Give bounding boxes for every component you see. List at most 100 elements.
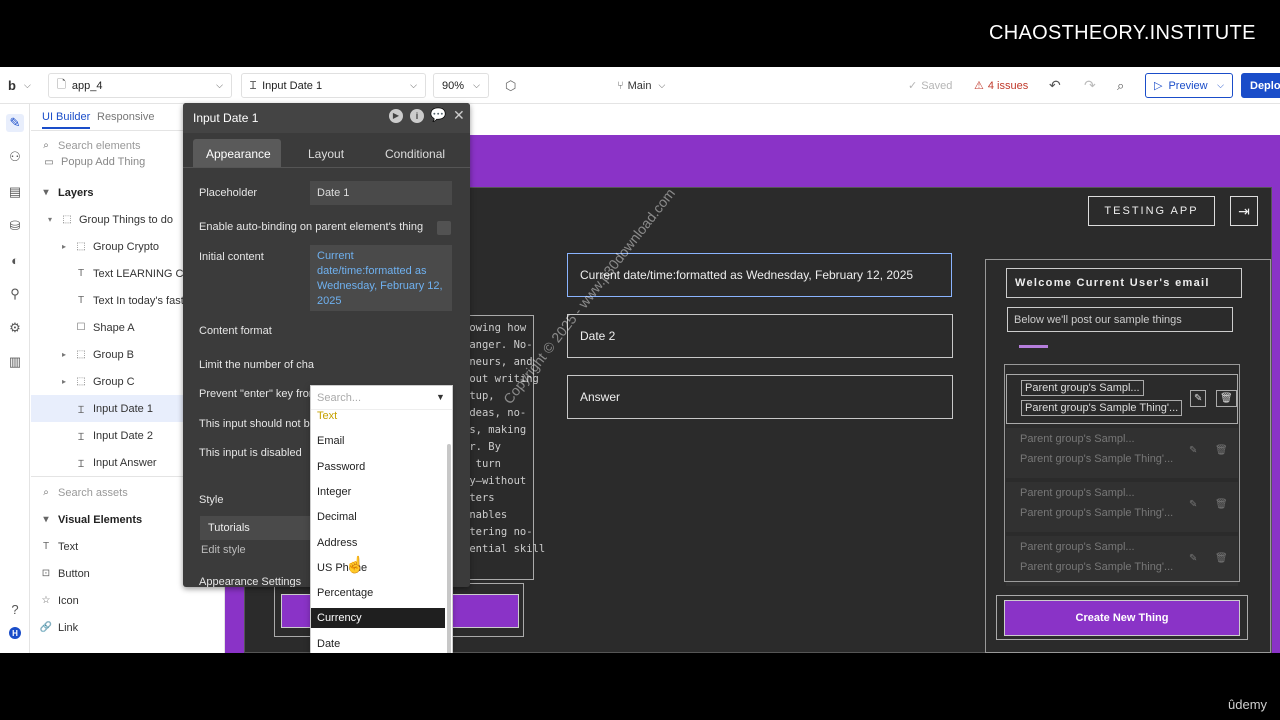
repeating-row[interactable]: Parent group's Sampl... Parent group's Sa… bbox=[1006, 374, 1238, 424]
testing-app-button[interactable]: TESTING APP bbox=[1088, 196, 1215, 226]
group-icon: ⬚ bbox=[76, 241, 86, 252]
body-line: ly—without bbox=[463, 475, 527, 487]
layer-label: Input Date 2 bbox=[93, 429, 153, 442]
trash-icon[interactable]: 🗑 bbox=[1215, 499, 1228, 510]
zoom-selector[interactable]: 90% ⌵ bbox=[433, 73, 489, 98]
page-icon: 🗋 bbox=[57, 79, 66, 91]
edit-icon[interactable]: ✎ bbox=[1190, 390, 1207, 407]
format-option[interactable]: Date bbox=[311, 634, 445, 653]
autobind-label: Enable auto-binding on parent element's … bbox=[199, 221, 424, 233]
text-icon: T bbox=[77, 295, 85, 306]
caret-down-icon: ▼ bbox=[436, 392, 445, 402]
tab-conditional[interactable]: Conditional bbox=[385, 147, 445, 161]
info-icon[interactable]: i bbox=[410, 109, 424, 123]
styles-palette-icon[interactable]: ◐ bbox=[6, 251, 24, 269]
dropdown-scrollbar[interactable] bbox=[447, 444, 451, 653]
trash-icon[interactable]: 🗑 bbox=[1215, 445, 1228, 456]
repeating-row[interactable]: Parent group's Sampl... Parent group's Sa… bbox=[1006, 428, 1238, 478]
logout-icon[interactable]: ⇥ bbox=[1230, 196, 1258, 226]
undo-icon[interactable]: ↶ bbox=[1049, 73, 1061, 98]
app-name: app_4 bbox=[71, 79, 103, 92]
element-name: Input Date 1 bbox=[262, 79, 323, 92]
check-circle-icon: ✓ bbox=[908, 80, 918, 92]
user-avatar[interactable]: H bbox=[9, 627, 21, 639]
logs-chart-icon[interactable]: ▥ bbox=[6, 353, 24, 371]
chevron-down-icon: ⌵ bbox=[23, 80, 31, 90]
content-format-label: Content format bbox=[199, 325, 272, 337]
redo-icon[interactable]: ↷ bbox=[1084, 73, 1096, 98]
help-icon[interactable]: ? bbox=[6, 600, 24, 618]
plugins-icon[interactable]: ⚲ bbox=[6, 285, 24, 303]
layer-label: Shape A bbox=[93, 321, 135, 334]
bubble-logo: b bbox=[8, 78, 16, 93]
tab-appearance[interactable]: Appearance bbox=[206, 147, 271, 161]
app-menu[interactable]: b ⌵ bbox=[8, 73, 31, 98]
preview-button[interactable]: ▷ Preview ⌵ bbox=[1145, 73, 1233, 98]
edit-style-link[interactable]: Edit style bbox=[201, 544, 246, 556]
search-assets-input[interactable]: Search assets bbox=[58, 487, 128, 499]
trash-icon[interactable]: 🗑 bbox=[1216, 390, 1237, 407]
element-selector[interactable]: Ɪ Input Date 1 ⌵ bbox=[241, 73, 426, 98]
settings-gear-icon[interactable]: ⚙ bbox=[6, 319, 24, 337]
autobind-checkbox[interactable] bbox=[437, 221, 451, 235]
row-detail: Parent group's Sample Thing'... bbox=[1020, 561, 1174, 573]
cube-icon[interactable]: ⬡ bbox=[505, 73, 516, 98]
udemy-logo: ûdemy bbox=[1228, 697, 1268, 712]
repeating-row[interactable]: Parent group's Sampl... Parent group's Sa… bbox=[1006, 482, 1238, 532]
content-format-dropdown[interactable]: Search... ▼ Text Email Password Integer Deci… bbox=[310, 385, 453, 653]
visual-element-item[interactable]: 🔗 Link bbox=[31, 614, 225, 641]
welcome-text: Welcome Current User's email bbox=[1006, 268, 1242, 298]
body-line: stering no- bbox=[463, 526, 533, 538]
link-icon: 🔗 bbox=[39, 622, 53, 633]
initial-content-input[interactable]: Current date/time:formatted as Wednesday… bbox=[310, 245, 452, 311]
trash-icon[interactable]: 🗑 bbox=[1215, 553, 1228, 564]
repeating-row[interactable]: Parent group's Sampl... Parent group's Sa… bbox=[1006, 536, 1238, 586]
edit-icon[interactable]: ✎ bbox=[1189, 499, 1197, 510]
format-option[interactable]: Currency bbox=[311, 608, 445, 629]
tab-ui-builder[interactable]: UI Builder bbox=[42, 111, 90, 123]
search-icon[interactable]: ⌕ bbox=[1117, 73, 1124, 98]
branch-selector[interactable]: ⑂ Main ⌵ bbox=[617, 73, 665, 98]
format-option[interactable]: Text bbox=[311, 406, 445, 426]
play-icon[interactable]: ▶ bbox=[389, 109, 403, 123]
deploy-button[interactable]: Deploy bbox=[1241, 73, 1280, 98]
caret-down-icon: ▾ bbox=[43, 187, 49, 198]
search-elements-input[interactable]: Search elements bbox=[58, 140, 141, 152]
group-icon: ⬚ bbox=[62, 214, 72, 225]
format-option[interactable]: Percentage bbox=[311, 583, 445, 603]
saved-status: ✓ Saved bbox=[908, 73, 952, 98]
tab-layout[interactable]: Layout bbox=[308, 147, 344, 161]
database-icon[interactable]: ⛁ bbox=[6, 217, 24, 235]
format-option[interactable]: Email bbox=[311, 431, 445, 451]
panel-header[interactable]: Input Date 1 ▶ i 💬 ✕ bbox=[183, 103, 470, 133]
initial-content-label: Initial content bbox=[199, 251, 264, 263]
format-option[interactable]: Password bbox=[311, 457, 445, 477]
canvas-input-date-2[interactable]: Date 2 bbox=[567, 314, 953, 358]
edit-icon[interactable]: ✎ bbox=[1189, 553, 1197, 564]
below-text: Below we'll post our sample things bbox=[1007, 307, 1233, 332]
icon-rail: ✎ ⚇ ▤ ⛁ ◐ ⚲ ⚙ ▥ ? H bbox=[0, 104, 30, 653]
branch-name: Main bbox=[627, 79, 652, 92]
comment-icon[interactable]: 💬 bbox=[430, 107, 446, 123]
workflow-icon[interactable]: ⚇ bbox=[6, 148, 24, 166]
format-option[interactable]: Integer bbox=[311, 482, 445, 502]
close-icon[interactable]: ✕ bbox=[453, 107, 465, 124]
format-option[interactable]: Decimal bbox=[311, 507, 445, 527]
edit-icon[interactable]: ✎ bbox=[1189, 445, 1197, 456]
issues-button[interactable]: ⚠ 4 issues bbox=[974, 73, 1028, 98]
format-option[interactable]: Address bbox=[311, 533, 445, 553]
tab-responsive[interactable]: Responsive bbox=[97, 111, 154, 123]
format-option[interactable]: US Phone bbox=[311, 558, 445, 578]
canvas-input-answer[interactable]: Answer bbox=[567, 375, 953, 419]
visual-element-label: Link bbox=[58, 621, 79, 634]
style-select[interactable]: Tutorials bbox=[200, 516, 310, 540]
data-icon[interactable]: ▤ bbox=[6, 183, 24, 201]
create-new-thing-button[interactable]: Create New Thing bbox=[1004, 600, 1240, 636]
layer-label: Input Date 1 bbox=[93, 402, 153, 415]
design-pencil-icon[interactable]: ✎ bbox=[6, 114, 24, 132]
visual-element-label: Text bbox=[58, 540, 79, 553]
body-line: ideas, no- bbox=[463, 407, 527, 419]
app-selector[interactable]: 🗋 app_4 ⌵ bbox=[48, 73, 232, 98]
placeholder-input[interactable]: Date 1 bbox=[310, 181, 452, 205]
visual-element-item[interactable]: ☆ Icon bbox=[31, 587, 225, 614]
